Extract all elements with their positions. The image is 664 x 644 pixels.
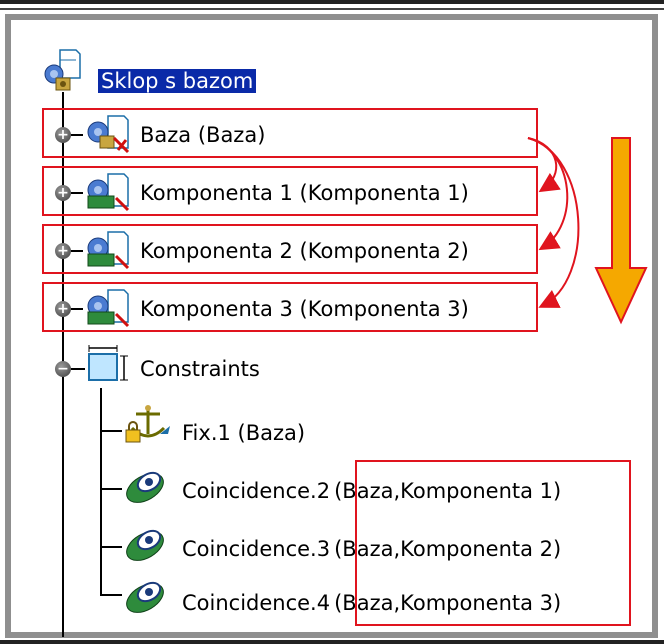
annotation-overlay	[527, 137, 648, 325]
order-down-arrow	[594, 137, 648, 325]
link-arrow-komponenta-2	[527, 137, 569, 251]
link-arrow-komponenta-3	[527, 137, 580, 308]
screenshot-frame: Sklop s bazom + Baza (Baza) + Komponenta…	[0, 0, 664, 644]
link-arrow-komponenta-1	[527, 137, 561, 193]
